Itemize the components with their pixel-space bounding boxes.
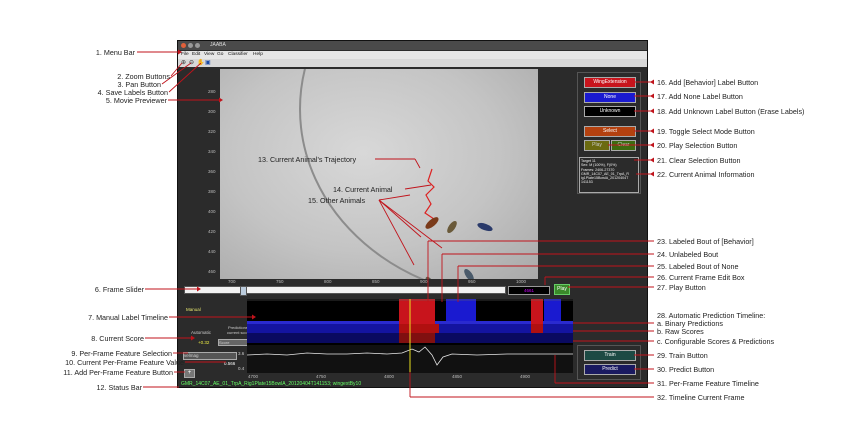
callout-add-none-label-button: 17. Add None Label Button [657, 92, 743, 101]
callout-add-unknown-label-button: 18. Add Unknown Label Button (Erase Labe… [657, 107, 805, 116]
callout-per-frame-feature-timeline: 31. Per-Frame Feature Timeline [657, 379, 759, 388]
callout-current-per-frame-feature-value: 10. Current Per-Frame Feature Value [65, 358, 184, 367]
callout-labeled-bout-none: 25. Labeled Bout of None [657, 262, 739, 271]
callout-current-animal: 14. Current Animal [333, 185, 393, 194]
callout-toggle-select-mode-button: 19. Toggle Select Mode Button [657, 127, 755, 136]
callout-predict-button: 30. Predict Button [657, 365, 715, 374]
callout-menu-bar: 1. Menu Bar [95, 48, 135, 57]
callout-add-behavior-label-button: 16. Add [Behavior] Label Button [657, 78, 759, 87]
callout-configurable-scores: c. Configurable Scores & Predictions [657, 337, 775, 346]
callout-labeled-bout-behavior: 23. Labeled Bout of [Behavior] [657, 237, 754, 246]
callout-movie-previewer: 5. Movie Previewer [105, 96, 167, 105]
callout-current-animal-trajectory: 13. Current Animal's Trajectory [258, 155, 357, 164]
callout-timeline-current-frame: 32. Timeline Current Frame [657, 393, 745, 402]
callout-play-selection-button: 20. Play Selection Button [657, 141, 738, 150]
callout-current-frame-edit-box: 26. Current Frame Edit Box [657, 273, 745, 282]
callout-add-per-frame-feature-button: 11. Add Per-Frame Feature Button [63, 368, 173, 377]
callout-train-button: 29. Train Button [657, 351, 708, 360]
callout-per-frame-feature-selection: 9. Per-Frame Feature Selection [71, 349, 172, 358]
callout-manual-label-timeline: 7. Manual Label Timeline [88, 313, 168, 322]
callout-unlabeled-bout: 24. Unlabeled Bout [657, 250, 719, 259]
callout-clear-selection-button: 21. Clear Selection Button [657, 156, 741, 165]
callout-other-animals: 15. Other Animals [308, 196, 366, 205]
callout-current-animal-information: 22. Current Animal Information [657, 170, 755, 179]
callout-play-button: 27. Play Button [657, 283, 706, 292]
callout-current-score: 8. Current Score [91, 334, 144, 343]
callout-frame-slider: 6. Frame Slider [94, 285, 144, 294]
callout-status-bar: 12. Status Bar [96, 383, 142, 392]
callout-raw-scores: b. Raw Scores [657, 327, 704, 336]
